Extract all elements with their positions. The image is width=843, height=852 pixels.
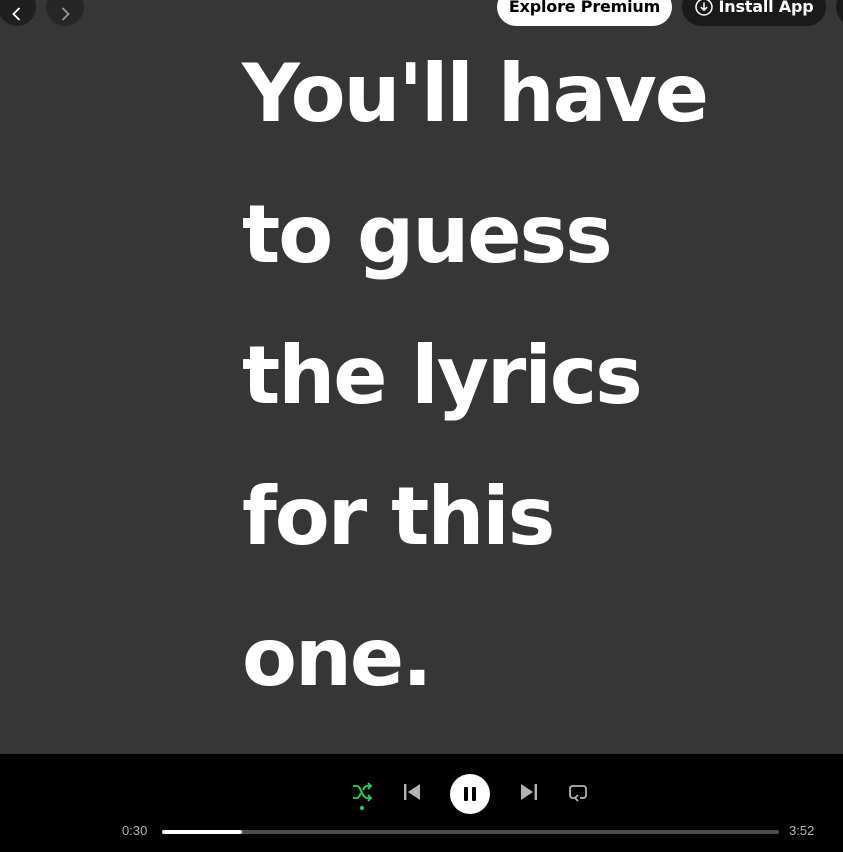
previous-button[interactable] [400,780,424,804]
skip-next-icon [521,784,537,800]
forward-button[interactable] [46,0,84,26]
progress-bar[interactable] [162,830,779,834]
download-circle-icon [694,0,713,16]
lyrics-text: You'll have to guess the lyrics for this… [242,44,832,749]
shuffle-active-indicator [360,806,364,810]
explore-premium-label: Explore Premium [508,0,661,16]
total-time: 3:52 [789,823,815,838]
repeat-button[interactable] [566,780,590,804]
pause-button[interactable] [450,774,490,814]
current-time: 0:30 [122,823,148,838]
top-bar: Explore Premium Install App [0,0,843,30]
repeat-icon [569,785,587,802]
lyric-line: You'll have [242,47,709,140]
player-bar: 0:30 3:52 [0,754,843,852]
chevron-left-icon [12,7,21,21]
shuffle-icon [353,782,373,802]
pause-icon [464,787,476,801]
skip-previous-icon [404,784,420,800]
explore-premium-button[interactable]: Explore Premium [497,0,672,26]
next-button[interactable] [517,780,541,804]
install-app-button[interactable]: Install App [682,0,826,26]
chevron-right-icon [61,7,70,21]
progress-fill [162,830,242,834]
install-app-label: Install App [718,0,814,16]
lyrics-view: Explore Premium Install App You'll have … [0,0,843,754]
lyric-line: for this [242,470,555,563]
user-menu-button[interactable] [836,0,843,26]
back-button[interactable] [0,0,36,26]
spotify-app: Explore Premium Install App You'll have … [0,0,843,852]
shuffle-button[interactable] [350,780,374,804]
playback-controls [0,774,843,814]
lyric-line: one. [242,611,433,704]
lyric-line: the lyrics [242,329,643,422]
lyric-line: to guess [242,188,613,281]
